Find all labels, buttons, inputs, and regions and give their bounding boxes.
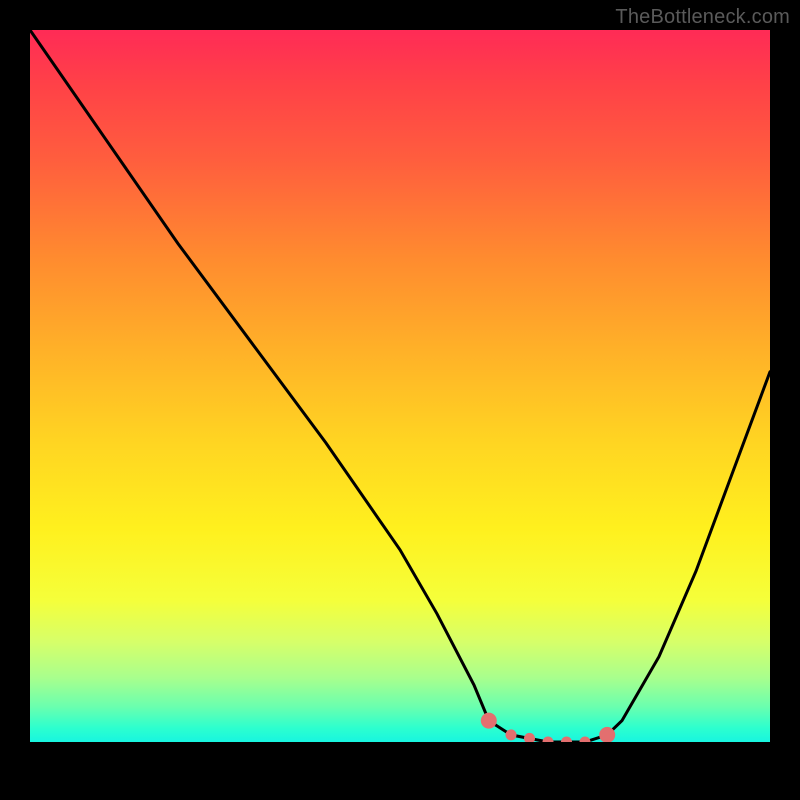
curve-marker xyxy=(599,727,615,743)
chart-container: TheBottleneck.com xyxy=(0,0,800,800)
curve-marker xyxy=(481,713,497,729)
curve-marker xyxy=(506,729,517,740)
plot-area xyxy=(30,30,770,782)
curve-layer xyxy=(30,30,770,742)
watermark-text: TheBottleneck.com xyxy=(615,6,790,29)
bottleneck-curve xyxy=(30,30,770,742)
x-axis-band xyxy=(30,742,770,782)
